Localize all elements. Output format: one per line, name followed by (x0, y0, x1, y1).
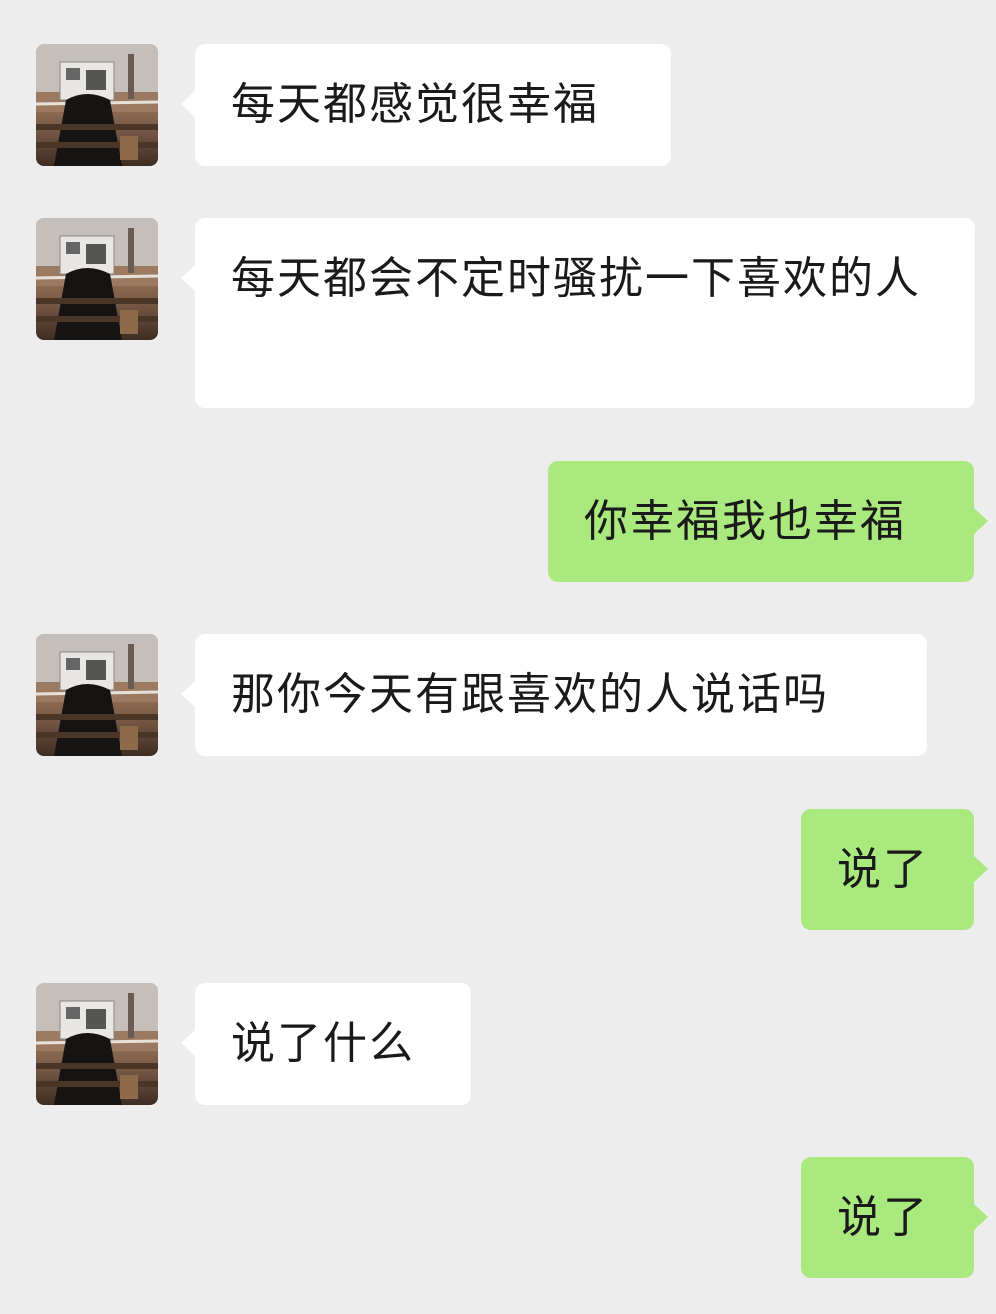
contact-avatar[interactable] (36, 634, 158, 756)
message-text: 说了什么 (231, 1018, 415, 1069)
incoming-message-bubble[interactable]: 说了什么 (181, 983, 471, 1105)
contact-avatar[interactable] (36, 44, 158, 166)
contact-avatar[interactable] (36, 218, 158, 340)
chat-message-list[interactable]: 每天都感觉很幸福 每天都会不定时骚扰一下喜欢的人 你幸福我也幸福 那你今天有跟喜… (0, 0, 996, 1314)
outgoing-message-bubble[interactable]: 说了 (801, 1157, 988, 1278)
contact-avatar[interactable] (36, 983, 158, 1105)
incoming-message-bubble[interactable]: 那你今天有跟喜欢的人说话吗 (181, 634, 927, 756)
message-text: 每天都感觉很幸福 (231, 79, 599, 130)
avatar-photo-icon (36, 218, 158, 340)
avatar-photo-icon (36, 634, 158, 756)
message-text: 说了 (837, 844, 929, 895)
message-text: 那你今天有跟喜欢的人说话吗 (231, 669, 829, 720)
message-text: 你幸福我也幸福 (584, 496, 906, 547)
avatar-photo-icon (36, 983, 158, 1105)
message-text: 每天都会不定时骚扰一下喜欢的人 (231, 253, 921, 304)
incoming-message-bubble[interactable]: 每天都会不定时骚扰一下喜欢的人 (181, 218, 975, 408)
outgoing-message-bubble[interactable]: 你幸福我也幸福 (548, 461, 988, 582)
avatar-photo-icon (36, 44, 158, 166)
incoming-message-bubble[interactable]: 每天都感觉很幸福 (181, 44, 671, 166)
outgoing-message-bubble[interactable]: 说了 (801, 809, 988, 930)
message-text: 说了 (837, 1192, 929, 1243)
